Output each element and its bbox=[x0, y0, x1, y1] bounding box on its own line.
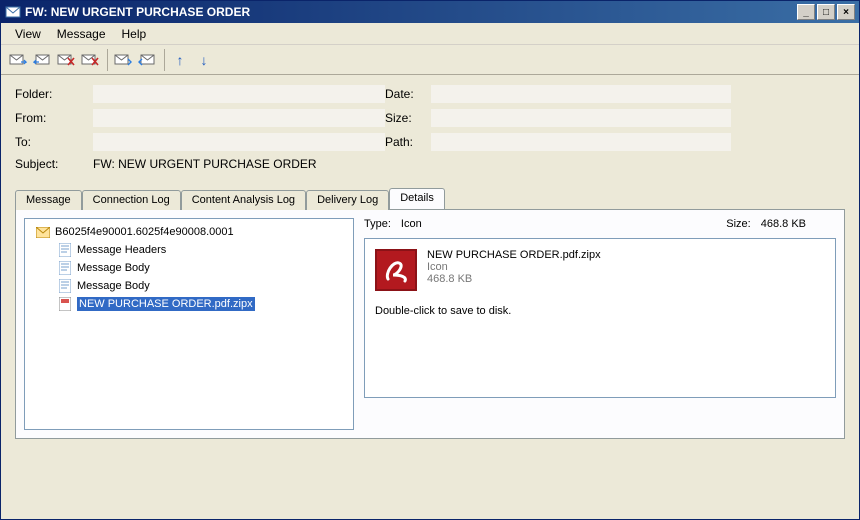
arrow-up-icon[interactable]: ↑ bbox=[169, 49, 191, 71]
toolbar: ↑ ↓ bbox=[1, 45, 859, 75]
tab-content-analysis-log[interactable]: Content Analysis Log bbox=[181, 190, 306, 210]
mail-reply-icon[interactable] bbox=[31, 49, 53, 71]
subject-value: FW: NEW URGENT PURCHASE ORDER bbox=[93, 157, 317, 171]
title-bar: FW: NEW URGENT PURCHASE ORDER _ □ × bbox=[1, 1, 859, 23]
attachment-file[interactable]: NEW PURCHASE ORDER.pdf.zipx Icon 468.8 K… bbox=[375, 249, 825, 291]
envelope-icon bbox=[35, 224, 51, 240]
tree-item-headers-label: Message Headers bbox=[77, 244, 166, 256]
date-value bbox=[431, 85, 731, 103]
tab-connection-log[interactable]: Connection Log bbox=[82, 190, 181, 210]
path-label: Path: bbox=[385, 135, 431, 149]
tree-item-body-1[interactable]: Message Body bbox=[31, 259, 347, 277]
mail-out-icon[interactable] bbox=[136, 49, 158, 71]
attachment-size: 468.8 KB bbox=[427, 273, 601, 285]
close-button[interactable]: × bbox=[837, 4, 855, 20]
menu-view[interactable]: View bbox=[7, 24, 49, 44]
tab-delivery-log[interactable]: Delivery Log bbox=[306, 190, 389, 210]
window-title: FW: NEW URGENT PURCHASE ORDER bbox=[25, 5, 797, 19]
detail-body: NEW PURCHASE ORDER.pdf.zipx Icon 468.8 K… bbox=[364, 238, 836, 398]
to-label: To: bbox=[15, 135, 93, 149]
tree-item-attachment[interactable]: NEW PURCHASE ORDER.pdf.zipx bbox=[31, 295, 347, 313]
from-value bbox=[93, 109, 385, 127]
tree-item-body-2-label: Message Body bbox=[77, 280, 150, 292]
size-value bbox=[431, 109, 731, 127]
adobe-pdf-icon bbox=[375, 249, 417, 291]
detail-type-value: Icon bbox=[401, 218, 422, 230]
app-icon bbox=[5, 4, 21, 20]
tab-details[interactable]: Details bbox=[389, 188, 445, 209]
tab-message[interactable]: Message bbox=[15, 190, 82, 210]
toolbar-separator bbox=[107, 49, 108, 71]
mail-forward-icon[interactable] bbox=[7, 49, 29, 71]
message-tree[interactable]: B6025f4e90001.6025f4e90008.0001 Message … bbox=[24, 218, 354, 430]
attachment-info: NEW PURCHASE ORDER.pdf.zipx Icon 468.8 K… bbox=[427, 249, 601, 291]
tree-root[interactable]: B6025f4e90001.6025f4e90008.0001 bbox=[31, 223, 347, 241]
subject-label: Subject: bbox=[15, 157, 93, 171]
path-value bbox=[431, 133, 731, 151]
detail-type-label: Type: bbox=[364, 218, 391, 230]
detail-size-label: Size: bbox=[726, 218, 750, 230]
tree-item-body-2[interactable]: Message Body bbox=[31, 277, 347, 295]
attachment-detail: Type: Icon Size: 468.8 KB bbox=[364, 218, 836, 430]
date-label: Date: bbox=[385, 87, 431, 101]
tab-strip: Message Connection Log Content Analysis … bbox=[1, 185, 859, 209]
from-label: From: bbox=[15, 111, 93, 125]
page-icon bbox=[57, 278, 73, 294]
minimize-button[interactable]: _ bbox=[797, 4, 815, 20]
page-icon bbox=[57, 242, 73, 258]
tree-item-headers[interactable]: Message Headers bbox=[31, 241, 347, 259]
attachment-name: NEW PURCHASE ORDER.pdf.zipx bbox=[427, 249, 601, 261]
detail-size-value: 468.8 KB bbox=[761, 218, 806, 230]
folder-label: Folder: bbox=[15, 87, 93, 101]
tree-item-attachment-label: NEW PURCHASE ORDER.pdf.zipx bbox=[77, 297, 255, 311]
to-value bbox=[93, 133, 385, 151]
menu-bar: View Message Help bbox=[1, 23, 859, 45]
app-window: FW: NEW URGENT PURCHASE ORDER _ □ × View… bbox=[0, 0, 860, 520]
tree-item-body-1-label: Message Body bbox=[77, 262, 150, 274]
toolbar-separator-2 bbox=[164, 49, 165, 71]
detail-header: Type: Icon Size: 468.8 KB bbox=[364, 218, 836, 230]
folder-value bbox=[93, 85, 385, 103]
file-icon bbox=[57, 296, 73, 312]
mail-in-icon[interactable] bbox=[112, 49, 134, 71]
tree-root-label: B6025f4e90001.6025f4e90008.0001 bbox=[55, 226, 234, 238]
page-icon bbox=[57, 260, 73, 276]
size-label: Size: bbox=[385, 111, 431, 125]
save-hint: Double-click to save to disk. bbox=[375, 305, 825, 317]
maximize-button[interactable]: □ bbox=[817, 4, 835, 20]
arrow-down-icon[interactable]: ↓ bbox=[193, 49, 215, 71]
mail-delete-2-icon[interactable] bbox=[79, 49, 101, 71]
menu-help[interactable]: Help bbox=[114, 24, 155, 44]
menu-message[interactable]: Message bbox=[49, 24, 114, 44]
mail-delete-icon[interactable] bbox=[55, 49, 77, 71]
message-header-panel: Folder: Date: From: Size: To: bbox=[1, 75, 859, 185]
details-panel: B6025f4e90001.6025f4e90008.0001 Message … bbox=[15, 209, 845, 439]
attachment-kind: Icon bbox=[427, 261, 601, 273]
window-controls: _ □ × bbox=[797, 4, 855, 20]
